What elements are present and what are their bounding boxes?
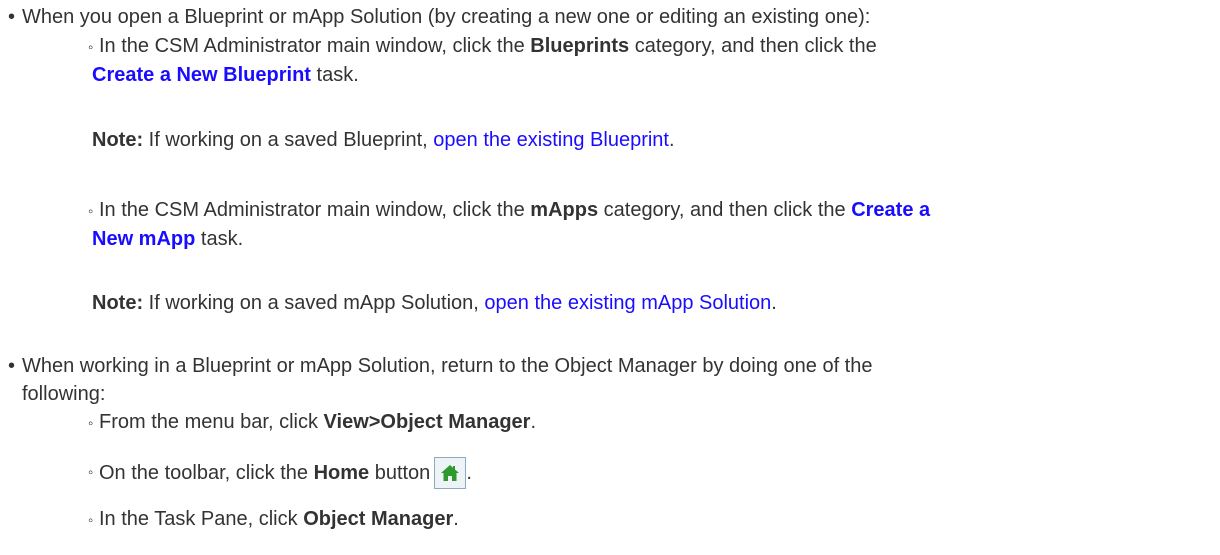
open-existing-blueprint-link[interactable]: open the existing Blueprint [433,129,669,151]
item-1-sub-2-line-1: In the CSM Administrator main window, cl… [99,199,931,221]
item-2-sub-1: From the menu bar, click View>Object Man… [99,411,537,433]
item-2-text-line-2: following: [22,383,106,405]
item-1-note-2: Note: If working on a saved mApp Solutio… [92,292,777,314]
create-new-mapp-link-part-1[interactable]: Create a [851,199,930,221]
bullet: • [8,355,16,377]
item-2-text-line-1: When working in a Blueprint or mApp Solu… [22,355,873,377]
item-2-sub-3: In the Task Pane, click Object Manager. [99,508,459,530]
object-manager-task: Object Manager [303,508,454,530]
item-1-sub-1-line-2: Create a New Blueprint task. [92,64,359,86]
home-button-image [434,457,467,489]
home-icon [441,465,460,481]
create-new-blueprint-link[interactable]: Create a New Blueprint [92,64,311,86]
sub-bullet: ◦ [88,203,94,220]
sub-bullet: ◦ [88,464,94,481]
sub-bullet: ◦ [88,39,94,56]
item-1-text: When you open a Blueprint or mApp Soluti… [22,6,871,28]
create-new-mapp-link-part-2[interactable]: New mApp [92,228,195,250]
blueprints-category: Blueprints [530,35,630,57]
item-1-note-1: Note: If working on a saved Blueprint, o… [92,129,675,151]
sub-bullet: ◦ [88,415,94,432]
item-2-sub-2: On the toolbar, click the Home button. [99,457,472,489]
open-existing-mapp-link[interactable]: open the existing mApp Solution [484,292,771,314]
view-object-manager-menu: View>Object Manager [323,411,531,433]
item-1-sub-1-line-1: In the CSM Administrator main window, cl… [99,35,877,57]
item-1-sub-2-line-2: New mApp task. [92,228,244,250]
mapps-category: mApps [530,199,599,221]
home-button-label: Home [313,462,370,484]
bullet: • [8,6,16,28]
sub-bullet: ◦ [88,512,94,529]
document-body: • When you open a Blueprint or mApp Solu… [0,0,1220,555]
